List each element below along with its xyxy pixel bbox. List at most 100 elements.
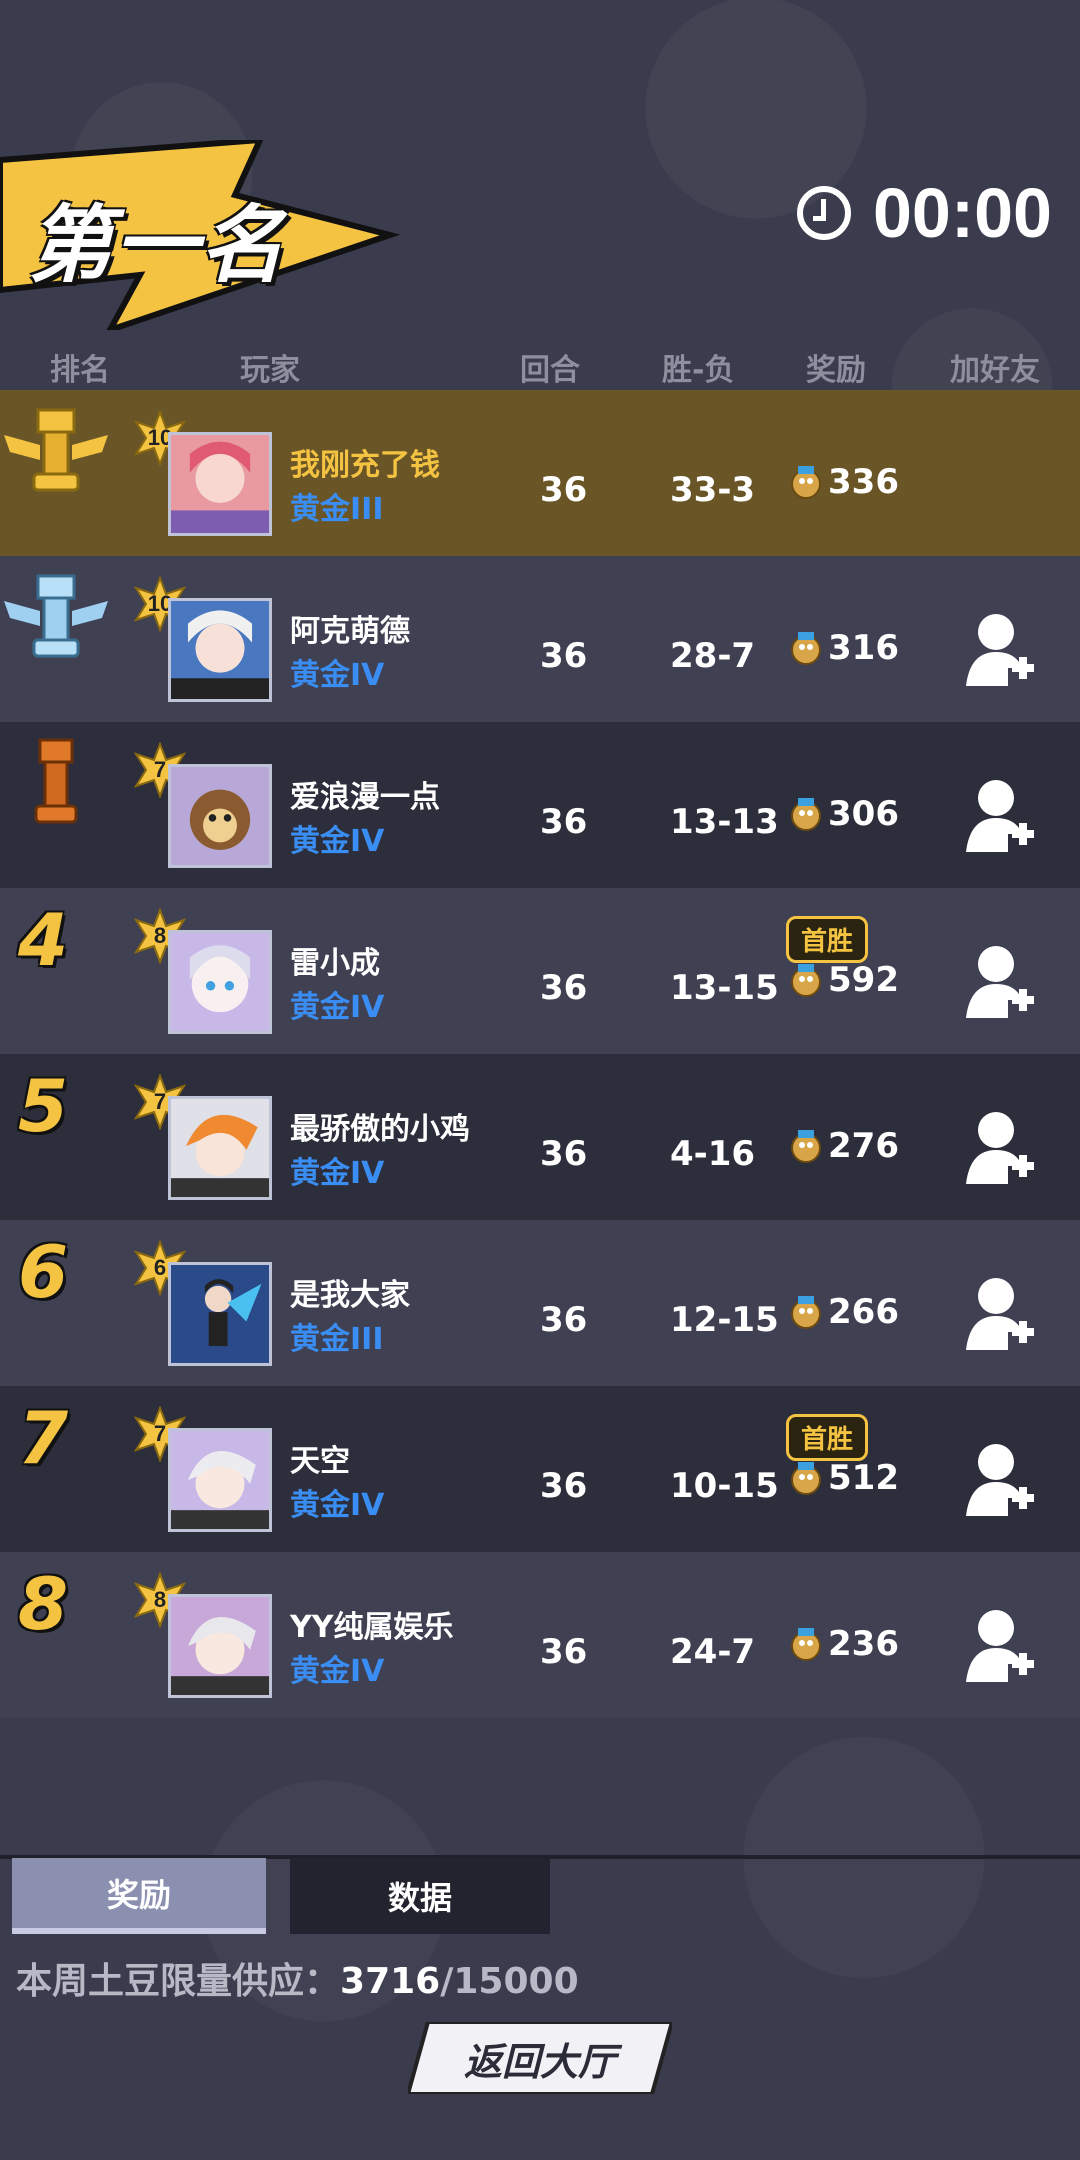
table-row: 5 7 最骄傲的小鸡 黄金IV 36 4-16 276 xyxy=(0,1054,1080,1220)
reward: 336 xyxy=(788,462,899,502)
avatar xyxy=(168,598,272,702)
rank-title: 第一名 xyxy=(28,196,287,294)
add-friend-icon[interactable] xyxy=(966,1276,1036,1352)
rounds-value: 36 xyxy=(540,470,588,510)
reward: 266 xyxy=(788,1292,899,1332)
win-loss-value: 13-15 xyxy=(670,968,779,1008)
avatar xyxy=(168,1428,272,1532)
player-tier: 黄金IV xyxy=(290,824,385,859)
column-headers: 排名 玩家 回合 胜-负 奖励 加好友 xyxy=(0,345,1080,388)
col-reward: 奖励 xyxy=(806,353,866,388)
player-tier: 黄金IV xyxy=(290,1488,385,1523)
avatar xyxy=(168,930,272,1034)
avatar xyxy=(168,1594,272,1698)
player-tier: 黄金IV xyxy=(290,990,385,1025)
supply-current: 3716 xyxy=(340,1961,441,2002)
rank-slot: 6 xyxy=(0,1220,112,1386)
table-row: 10 阿克萌德 黄金IV 36 28-7 316 xyxy=(0,556,1080,722)
supply-total: /15000 xyxy=(440,1961,579,2002)
win-loss-value: 10-15 xyxy=(670,1466,779,1506)
timer-text: 00:00 xyxy=(872,174,1052,252)
timer: 00:00 xyxy=(796,174,1052,252)
add-friend-icon[interactable] xyxy=(966,1110,1036,1186)
tab-reward[interactable]: 奖励 xyxy=(12,1858,266,1934)
rounds-value: 36 xyxy=(540,968,588,1008)
win-loss-value: 4-16 xyxy=(670,1134,756,1174)
rank-slot: 5 xyxy=(0,1054,112,1220)
add-friend-icon[interactable] xyxy=(966,944,1036,1020)
avatar xyxy=(168,764,272,868)
rank-number: 4 xyxy=(18,898,69,982)
rank-slot xyxy=(0,722,112,888)
rank-slot xyxy=(0,390,112,556)
win-loss-value: 28-7 xyxy=(670,636,756,676)
player-tier: 黄金III xyxy=(290,1322,384,1357)
potato-coin-icon xyxy=(791,798,821,831)
player-name: 最骄傲的小鸡 xyxy=(290,1112,470,1147)
col-win-loss: 胜-负 xyxy=(662,353,735,388)
player-tier: 黄金IV xyxy=(290,658,385,693)
rank-slot: 7 xyxy=(0,1386,112,1552)
avatar xyxy=(168,432,272,536)
potato-coin-icon xyxy=(791,1296,821,1329)
table-row: 8 8 YY纯属娱乐 黄金IV 36 24-7 236 xyxy=(0,1552,1080,1718)
player-name: 雷小成 xyxy=(290,946,380,981)
player-name: 天空 xyxy=(290,1444,350,1479)
win-loss-value: 24-7 xyxy=(670,1632,756,1672)
col-rounds: 回合 xyxy=(520,353,580,388)
rank-slot xyxy=(0,556,112,722)
player-name: 阿克萌德 xyxy=(290,614,410,649)
reward: 236 xyxy=(788,1624,899,1664)
table-row: 6 6 是我大家 黄金III 36 12-15 266 xyxy=(0,1220,1080,1386)
reward-value: 512 xyxy=(828,1458,899,1498)
table-row: 7 7 天空 黄金IV 36 10-15 首胜 512 xyxy=(0,1386,1080,1552)
reward-value: 336 xyxy=(828,462,899,502)
player-name: 是我大家 xyxy=(290,1278,410,1313)
reward-value: 276 xyxy=(828,1126,899,1166)
rounds-value: 36 xyxy=(540,1632,588,1672)
reward: 306 xyxy=(788,794,899,834)
player-name: YY纯属娱乐 xyxy=(290,1610,454,1645)
bronze-trophy-icon xyxy=(34,738,78,824)
reward: 592 xyxy=(788,960,899,1000)
leaderboard: 10 我刚充了钱 黄金III 36 33-3 336 10 阿克萌德 黄金IV … xyxy=(0,390,1080,1718)
player-tier: 黄金IV xyxy=(290,1156,385,1191)
rounds-value: 36 xyxy=(540,1466,588,1506)
reward: 512 xyxy=(788,1458,899,1498)
player-name: 爱浪漫一点 xyxy=(290,780,440,815)
player-tier: 黄金III xyxy=(290,492,384,527)
add-friend-icon[interactable] xyxy=(966,612,1036,688)
reward: 316 xyxy=(788,628,899,668)
add-friend-icon[interactable] xyxy=(966,1442,1036,1518)
back-button-label: 返回大厅 xyxy=(463,2039,616,2084)
back-to-lobby-button[interactable]: 返回大厅 xyxy=(408,2022,672,2094)
add-friend-icon[interactable] xyxy=(966,778,1036,854)
rank-number: 6 xyxy=(18,1230,69,1314)
first-win-badge: 首胜 xyxy=(786,1414,869,1461)
potato-coin-icon xyxy=(791,1130,821,1163)
table-row: 10 我刚充了钱 黄金III 36 33-3 336 xyxy=(0,390,1080,556)
supply-label: 本周土豆限量供应： xyxy=(16,1961,341,2002)
avatar xyxy=(168,1096,272,1200)
col-player: 玩家 xyxy=(240,353,300,388)
table-row: 7 爱浪漫一点 黄金IV 36 13-13 306 xyxy=(0,722,1080,888)
rank-number: 7 xyxy=(18,1396,69,1480)
avatar xyxy=(168,1262,272,1366)
rank-slot: 4 xyxy=(0,888,112,1054)
silver-trophy-icon xyxy=(4,574,108,658)
win-loss-value: 33-3 xyxy=(670,470,756,510)
first-win-badge: 首胜 xyxy=(786,916,869,963)
tab-data[interactable]: 数据 xyxy=(290,1858,550,1934)
potato-coin-icon xyxy=(791,466,821,499)
reward: 276 xyxy=(788,1126,899,1166)
add-friend-icon[interactable] xyxy=(966,1608,1036,1684)
player-tier: 黄金IV xyxy=(290,1654,385,1689)
col-add-friend: 加好友 xyxy=(950,353,1040,388)
rank-number: 8 xyxy=(18,1562,69,1646)
table-row: 4 8 雷小成 黄金IV 36 13-15 首胜 592 xyxy=(0,888,1080,1054)
rank-number: 5 xyxy=(18,1064,69,1148)
potato-coin-icon xyxy=(791,632,821,665)
reward-value: 266 xyxy=(828,1292,899,1332)
reward-value: 306 xyxy=(828,794,899,834)
potato-coin-icon xyxy=(791,1462,821,1495)
